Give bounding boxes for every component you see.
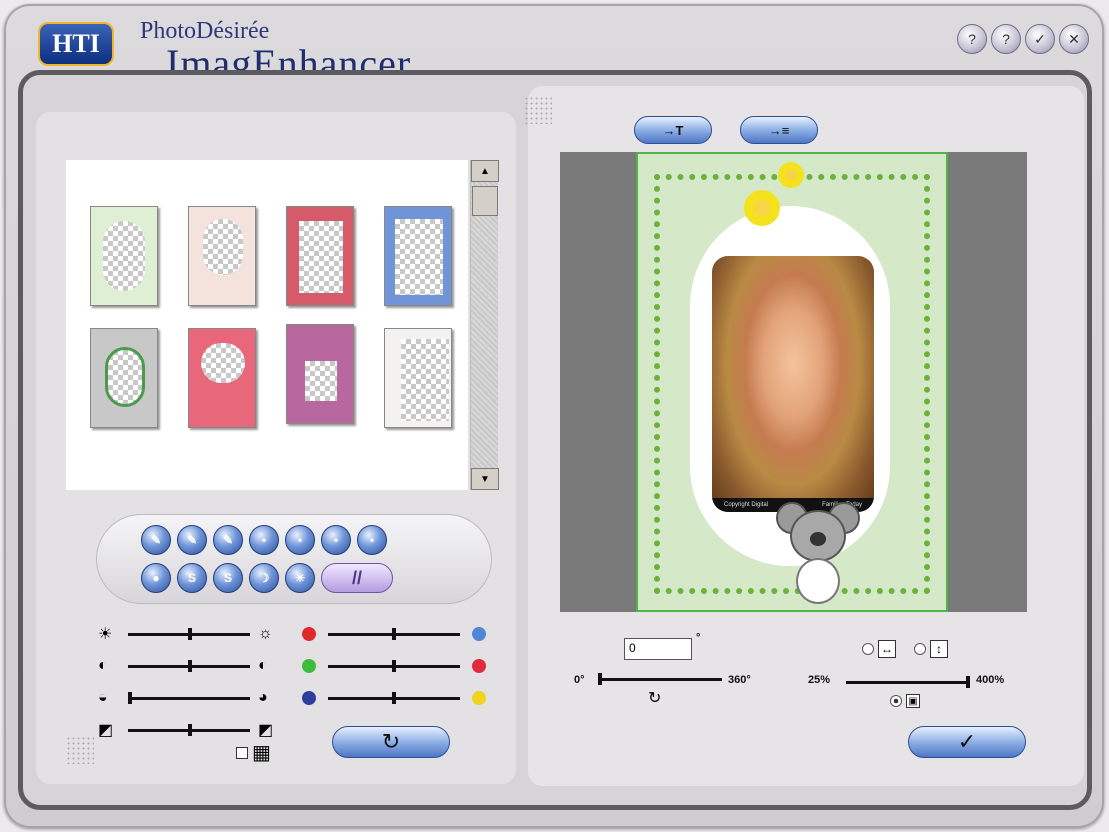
texture-icon[interactable]: ✳	[285, 563, 315, 593]
grip-icon	[524, 96, 552, 124]
grid-icon: ▦	[252, 742, 271, 764]
adjust-sliders: ☀ ☼ ◐ ◐ ◒ ◕ ◩ ◩	[98, 624, 288, 740]
rotation-max: 360°	[728, 674, 751, 686]
blue-yellow-slider[interactable]	[328, 691, 460, 704]
yellow-dot-icon	[472, 691, 486, 705]
actual-size-option: ▣	[890, 694, 920, 708]
actual-size-icon[interactable]: ▣	[906, 694, 920, 708]
brightness-slider[interactable]	[128, 627, 250, 640]
frame-thumbnail[interactable]	[286, 206, 354, 306]
gamma-slider[interactable]	[128, 723, 250, 736]
window-controls: ? ? ✓ ✕	[957, 24, 1089, 54]
rotation-slider[interactable]	[598, 673, 722, 685]
color-sliders	[302, 624, 486, 708]
fit-options: ↔ ↕	[862, 640, 948, 658]
grip-icon	[66, 736, 94, 764]
fit-height-radio[interactable]	[914, 643, 926, 655]
degree-mark: °	[696, 632, 701, 644]
add-text-button[interactable]: →T	[634, 116, 712, 144]
red-dot-icon	[302, 627, 316, 641]
clear-tool-button[interactable]: //	[321, 563, 393, 593]
gamma-high-icon: ◩	[258, 722, 274, 739]
rotation-min: 0°	[574, 674, 585, 686]
pencil-tool-icon[interactable]: ✎	[141, 525, 171, 555]
photo-image[interactable]: Copyright DigitalFamilies Today	[712, 256, 874, 512]
zoom-min: 25%	[808, 674, 831, 686]
brightness-high-icon: ☼	[258, 625, 273, 642]
fit-width-radio[interactable]	[862, 643, 874, 655]
check-icon[interactable]: ✓	[1025, 24, 1055, 54]
rotation-input[interactable]: 0	[624, 638, 692, 660]
stamp-icon[interactable]: S	[213, 563, 243, 593]
contrast-slider[interactable]	[128, 659, 250, 672]
scroll-down-icon[interactable]: ▼	[471, 468, 499, 490]
add-caption-button[interactable]: →≡	[740, 116, 818, 144]
shadow-high-icon: ◕	[258, 689, 268, 706]
color-wheel-icon[interactable]: ●	[141, 563, 171, 593]
zoom-slider[interactable]	[846, 676, 970, 688]
pencil-tool-icon[interactable]: ✎	[177, 525, 207, 555]
fit-width-icon[interactable]: ↔	[878, 640, 896, 658]
shadow-slider[interactable]	[128, 691, 250, 704]
gamma-low-icon: ◩	[98, 722, 114, 739]
shadow-low-icon: ◒	[98, 689, 108, 706]
red-cyan-slider[interactable]	[328, 627, 460, 640]
moon-icon[interactable]: ☽	[249, 563, 279, 593]
frame-thumbnail[interactable]	[188, 328, 256, 428]
brightness-low-icon: ☀	[98, 626, 113, 643]
brush-tool-icon[interactable]: •	[285, 525, 315, 555]
frame-thumbnail[interactable]	[90, 206, 158, 306]
blue-dot-icon	[472, 627, 486, 641]
thumbnail-scrollbar[interactable]: ▲ ▼	[470, 160, 499, 490]
green-magenta-slider[interactable]	[328, 659, 460, 672]
actual-size-radio[interactable]	[890, 695, 902, 707]
app-logo: HTI	[38, 22, 114, 66]
close-icon[interactable]: ✕	[1059, 24, 1089, 54]
frame-thumbnail[interactable]	[286, 324, 354, 424]
scroll-thumb[interactable]	[472, 186, 498, 216]
reset-button[interactable]: ↻	[332, 726, 450, 758]
scroll-up-icon[interactable]: ▲	[471, 160, 499, 182]
grid-checkbox[interactable]	[236, 746, 248, 759]
frame-thumbnail[interactable]	[384, 328, 452, 428]
brush-tool-icon[interactable]: •	[357, 525, 387, 555]
grid-toggle[interactable]: ▦	[236, 740, 271, 765]
brush-tool-icon[interactable]: •	[321, 525, 351, 555]
flower-icon	[778, 162, 804, 188]
help-icon[interactable]: ?	[957, 24, 987, 54]
frame-thumbnail[interactable]	[188, 206, 256, 306]
frame-thumbnails	[66, 160, 468, 490]
red-dot-icon	[472, 659, 486, 673]
tool-tray: ✎ ✎ ✎ • • • • ● S S ☽ ✳ //	[96, 514, 492, 604]
zoom-max: 400%	[976, 674, 1005, 686]
flower-icon	[744, 190, 780, 226]
fit-height-icon[interactable]: ↕	[930, 640, 948, 658]
brush-tool-icon[interactable]: •	[249, 525, 279, 555]
rotate-icon[interactable]: ↻	[648, 688, 661, 708]
pencil-tool-icon[interactable]: ✎	[213, 525, 243, 555]
stamp-icon[interactable]: S	[177, 563, 207, 593]
frame-thumbnail[interactable]	[90, 328, 158, 428]
green-dot-icon	[302, 659, 316, 673]
logo-badge: HTI	[38, 22, 114, 66]
blue-dot-icon	[302, 691, 316, 705]
question-icon[interactable]: ?	[991, 24, 1021, 54]
ok-button[interactable]: ✓	[908, 726, 1026, 758]
contrast-low-icon: ◐	[98, 657, 108, 674]
contrast-high-icon: ◐	[258, 657, 268, 674]
frame-thumbnail[interactable]	[384, 206, 452, 306]
